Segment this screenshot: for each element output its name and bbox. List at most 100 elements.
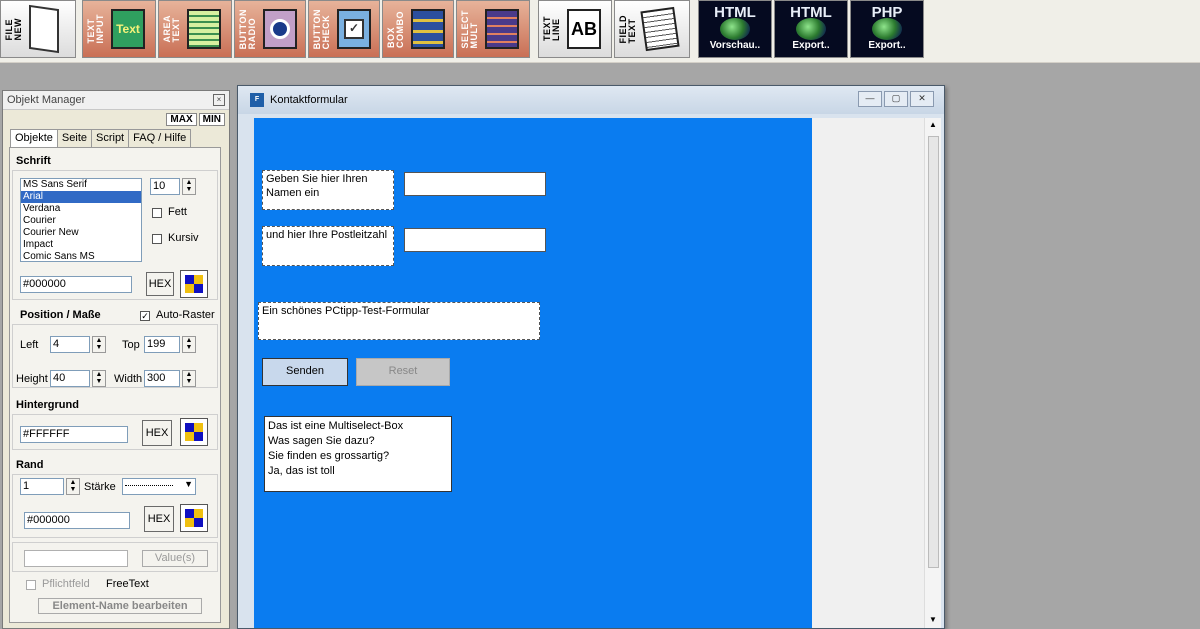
vertical-scrollbar[interactable]: ▲ ▼ — [924, 118, 941, 628]
radio-button-icon — [263, 9, 297, 49]
text-line-button[interactable]: TEXT LINE AB — [538, 0, 612, 58]
border-heading: Rand — [16, 459, 44, 471]
border-color-field[interactable]: #000000 — [24, 512, 130, 529]
text-field-button[interactable]: FIELD TEXT — [614, 0, 690, 58]
italic-label: Kursiv — [168, 232, 199, 244]
multiselect-option[interactable]: Ja, das ist toll — [268, 464, 448, 479]
border-hex-button[interactable]: HEX — [144, 506, 174, 532]
border-width-stepper[interactable]: ▲ ▼ — [66, 478, 80, 495]
left-field[interactable]: 4 — [50, 336, 90, 353]
border-style-select[interactable]: ▼ — [122, 478, 196, 495]
checkbox-label: BUTTON CHECK — [312, 8, 331, 50]
tab-faq-hilfe[interactable]: FAQ / Hilfe — [128, 129, 192, 147]
text-input-button[interactable]: TEXT INPUT Text — [82, 0, 156, 58]
values-field[interactable] — [24, 550, 128, 567]
background-hex-button[interactable]: HEX — [142, 420, 172, 446]
font-color-field[interactable]: #000000 — [20, 276, 132, 293]
font-hex-button[interactable]: HEX — [146, 272, 174, 296]
form-page-margin — [812, 118, 924, 628]
max-button[interactable]: MAX — [166, 113, 197, 126]
scrollbar-thumb[interactable] — [928, 136, 939, 568]
auto-raster-checkbox[interactable]: ✓ — [140, 311, 150, 321]
values-button[interactable]: Value(s) — [142, 550, 208, 567]
minimize-icon[interactable]: — — [858, 91, 882, 107]
close-icon[interactable]: × — [213, 94, 225, 106]
name-input[interactable] — [404, 172, 546, 196]
border-width-field[interactable]: 1 — [20, 478, 64, 495]
submit-button[interactable]: Senden — [262, 358, 348, 386]
maximize-icon[interactable]: ▢ — [884, 91, 908, 107]
color-picker-icon[interactable] — [180, 504, 208, 532]
name-label[interactable]: Geben Sie hier Ihren Namen ein — [262, 170, 394, 210]
top-stepper[interactable]: ▲ ▼ — [182, 336, 196, 353]
font-option[interactable]: MS Sans Serif — [21, 179, 141, 191]
html-preview-button[interactable]: HTML Vorschau.. — [698, 0, 772, 58]
objekte-tab-content: Schrift MS Sans Serif Arial Verdana Cour… — [9, 147, 221, 623]
font-option[interactable]: Comic Sans MS — [21, 251, 141, 261]
freetext-label: FreeText — [106, 578, 149, 590]
multiselect-option[interactable]: Das ist eine Multiselect-Box — [268, 419, 448, 434]
color-picker-icon[interactable] — [180, 418, 208, 446]
bold-checkbox[interactable] — [152, 208, 162, 218]
text-input-icon: Text — [111, 9, 145, 49]
globe-icon — [796, 18, 826, 40]
required-label: Pflichtfeld — [42, 578, 90, 590]
top-field[interactable]: 199 — [144, 336, 180, 353]
text-area-label: AREA TEXT — [162, 15, 181, 43]
scroll-up-icon[interactable]: ▲ — [925, 120, 941, 129]
object-manager-titlebar: Objekt Manager × — [3, 91, 229, 110]
multiselect-option[interactable]: Was sagen Sie dazu? — [268, 434, 448, 449]
multiselect-option[interactable]: Sie finden es grossartig? — [268, 449, 448, 464]
file-new-button[interactable]: FILE NEW — [0, 0, 76, 58]
php-export-button[interactable]: PHP Export.. — [850, 0, 924, 58]
tab-seite[interactable]: Seite — [56, 129, 92, 147]
border-strength-label: Stärke — [84, 481, 116, 493]
radio-button-button[interactable]: BUTTON RADIO — [234, 0, 306, 58]
text-line-label: TEXT LINE — [542, 16, 561, 42]
tab-objekte[interactable]: Objekte — [10, 129, 58, 147]
close-icon[interactable]: ✕ — [910, 91, 934, 107]
text-input-label: TEXT INPUT — [86, 14, 105, 44]
font-size-stepper[interactable]: ▲ ▼ — [182, 178, 196, 195]
text-area-button[interactable]: AREA TEXT — [158, 0, 232, 58]
required-checkbox[interactable] — [26, 580, 36, 590]
height-field[interactable]: 40 — [50, 370, 90, 387]
checkbox-button[interactable]: BUTTON CHECK ✓ — [308, 0, 380, 58]
zip-label[interactable]: und hier Ihre Postleitzahl — [262, 226, 394, 266]
html-export-button[interactable]: HTML Export.. — [774, 0, 848, 58]
font-list[interactable]: MS Sans Serif Arial Verdana Courier Cour… — [20, 178, 142, 262]
zip-input[interactable] — [404, 228, 546, 252]
font-option-selected[interactable]: Arial — [21, 191, 141, 203]
combo-box-label: BOX COMBO — [386, 10, 405, 48]
auto-raster-label: Auto-Raster — [156, 309, 215, 321]
form-canvas[interactable]: Geben Sie hier Ihren Namen ein und hier … — [254, 118, 812, 628]
tab-script[interactable]: Script — [91, 129, 130, 147]
width-label: Width — [114, 373, 143, 385]
textarea-field[interactable]: Ein schönes PCtipp-Test-Formular — [258, 302, 540, 340]
scroll-down-icon[interactable]: ▼ — [925, 615, 941, 624]
width-field[interactable]: 300 — [144, 370, 180, 387]
rename-element-button[interactable]: Element-Name bearbeiten — [38, 598, 202, 614]
width-stepper[interactable]: ▲ ▼ — [182, 370, 196, 387]
height-stepper[interactable]: ▲ ▼ — [92, 370, 106, 387]
combo-box-button[interactable]: BOX COMBO — [382, 0, 454, 58]
left-stepper[interactable]: ▲ ▼ — [92, 336, 106, 353]
globe-icon — [872, 18, 902, 40]
globe-icon — [720, 18, 750, 40]
font-option[interactable]: Courier — [21, 215, 141, 227]
reset-button[interactable]: Reset — [356, 358, 450, 386]
multi-select-icon — [485, 9, 519, 49]
background-color-field[interactable]: #FFFFFF — [20, 426, 128, 443]
font-size-field[interactable]: 10 — [150, 178, 180, 195]
form-window: F Kontaktformular — ▢ ✕ Geben Sie hier I… — [237, 85, 945, 629]
min-button[interactable]: MIN — [198, 113, 225, 126]
font-option[interactable]: Impact — [21, 239, 141, 251]
text-line-icon: AB — [567, 9, 601, 49]
multi-select-button[interactable]: SELECT MULT — [456, 0, 530, 58]
multiselect-box[interactable]: Das ist eine Multiselect-Box Was sagen S… — [264, 416, 452, 492]
color-picker-icon[interactable] — [180, 270, 208, 298]
font-option[interactable]: Courier New — [21, 227, 141, 239]
top-label: Top — [122, 339, 140, 351]
italic-checkbox[interactable] — [152, 234, 162, 244]
font-option[interactable]: Verdana — [21, 203, 141, 215]
